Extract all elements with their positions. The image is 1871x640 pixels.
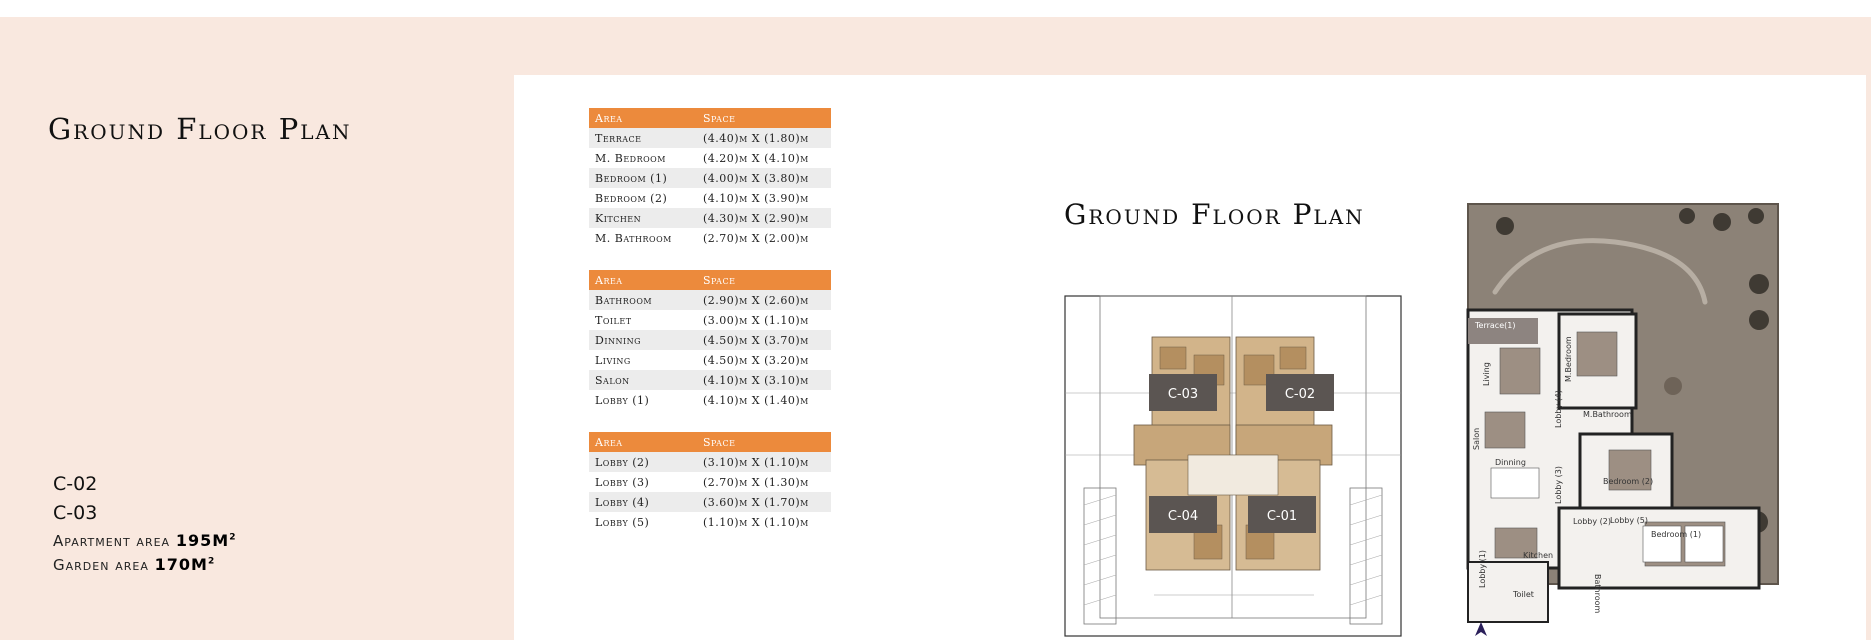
garden-area-label: Garden area [53, 556, 149, 574]
unit-tag-c01: C-01 [1267, 509, 1297, 524]
room-label-lobby4: Lobby (4) [1554, 390, 1563, 428]
table-header: Space [697, 108, 831, 128]
table-row: Lobby (3) (2.70)m X (1.30)m [595, 475, 809, 489]
page-title: Ground Floor Plan [48, 112, 352, 146]
table-row: M. Bathroom (2.70)m X (2.00)m [595, 231, 809, 245]
unit-code-2: C-03 [53, 502, 98, 524]
apartment-detail-plan: Terrace(1) Living M.Bedroom M.Bathroom S… [1466, 203, 1779, 636]
table-row: Living (4.50)m X (3.20)m [595, 353, 809, 367]
room-label-toilet: Toilet [1512, 590, 1534, 599]
plan-title: Ground Floor Plan [1064, 198, 1365, 231]
room-label-lobby1: Lobby (1) [1478, 550, 1487, 588]
room-table-2: Area Space Bathroom (2.90)m X (2.60)m Toil… [589, 270, 831, 410]
room-label-m-bedroom: M.Bedroom [1564, 336, 1573, 382]
garden-area: Garden area 170M2 [53, 555, 215, 574]
table-row: Lobby (4) (3.60)m X (1.70)m [589, 492, 831, 512]
table-row: Lobby (2) (3.10)m X (1.10)m [589, 452, 831, 472]
table-row: Bathroom (2.90)m X (2.60)m [589, 290, 831, 310]
north-arrow-icon [1475, 622, 1487, 636]
apartment-area: Apartment area 195M2 [53, 531, 236, 550]
room-label-bedroom2: Bedroom (2) [1603, 477, 1653, 486]
table-row: Bedroom (1) (4.00)m X (3.80)m [589, 168, 831, 188]
room-label-lobby5: Lobby (5) [1610, 516, 1648, 525]
table-row: Kitchen (4.30)m X (2.90)m [589, 208, 831, 228]
room-label-terrace: Terrace(1) [1474, 321, 1515, 330]
table-row: Dinning (4.50)m X (3.70)m [589, 330, 831, 350]
room-label-living: Living [1482, 362, 1491, 386]
unit-tag-c02: C-02 [1285, 387, 1315, 402]
building-block-plan: C-03 C-02 C-04 C-01 [1064, 295, 1402, 637]
unit-code-1: C-02 [53, 473, 98, 495]
garden-area-value: 170M2 [154, 555, 216, 574]
apartment-area-value: 195M2 [175, 531, 237, 550]
top-band [514, 17, 1871, 75]
room-label-bathroom: Bathroom [1593, 574, 1602, 614]
table-header: Area [589, 108, 697, 128]
table-row: Salon (4.10)m X (3.10)m [589, 370, 831, 390]
table-row: Toilet (3.00)m X (1.10)m [595, 313, 809, 327]
table-row: Bedroom (2) (4.10)m X (3.90)m [595, 191, 809, 205]
table-row: Lobby (1) (4.10)m X (1.40)m [595, 393, 809, 407]
room-label-lobby3: Lobby (3) [1554, 466, 1563, 504]
room-table-1: Area Space Terrace (4.40)m X (1.80)m M. Be… [589, 108, 831, 248]
table-row: Terrace (4.40)m X (1.80)m [589, 128, 831, 148]
room-label-dinning: Dinning [1495, 458, 1526, 467]
unit-tag-c03: C-03 [1168, 387, 1198, 402]
room-label-salon: Salon [1472, 428, 1481, 450]
table-row: M. Bedroom (4.20)m X (4.10)m [595, 151, 809, 165]
apartment-area-label: Apartment area [53, 532, 171, 550]
room-label-bedroom1: Bedroom (1) [1651, 530, 1701, 539]
room-label-kitchen: Kitchen [1523, 551, 1553, 560]
right-band [1866, 75, 1871, 640]
room-label-lobby2: Lobby (2) [1573, 517, 1611, 526]
table-header: Space [697, 270, 831, 290]
unit-tag-c04: C-04 [1168, 509, 1198, 524]
top-strip [0, 0, 1871, 17]
room-table-3: Area Space Lobby (2) (3.10)m X (1.10)m Lob… [589, 432, 831, 532]
table-header: Area [589, 270, 697, 290]
table-header: Space [697, 432, 831, 452]
table-row: Lobby (5) (1.10)m X (1.10)m [595, 515, 809, 529]
table-header: Area [589, 432, 697, 452]
room-label-m-bathroom: M.Bathroom [1583, 410, 1632, 419]
